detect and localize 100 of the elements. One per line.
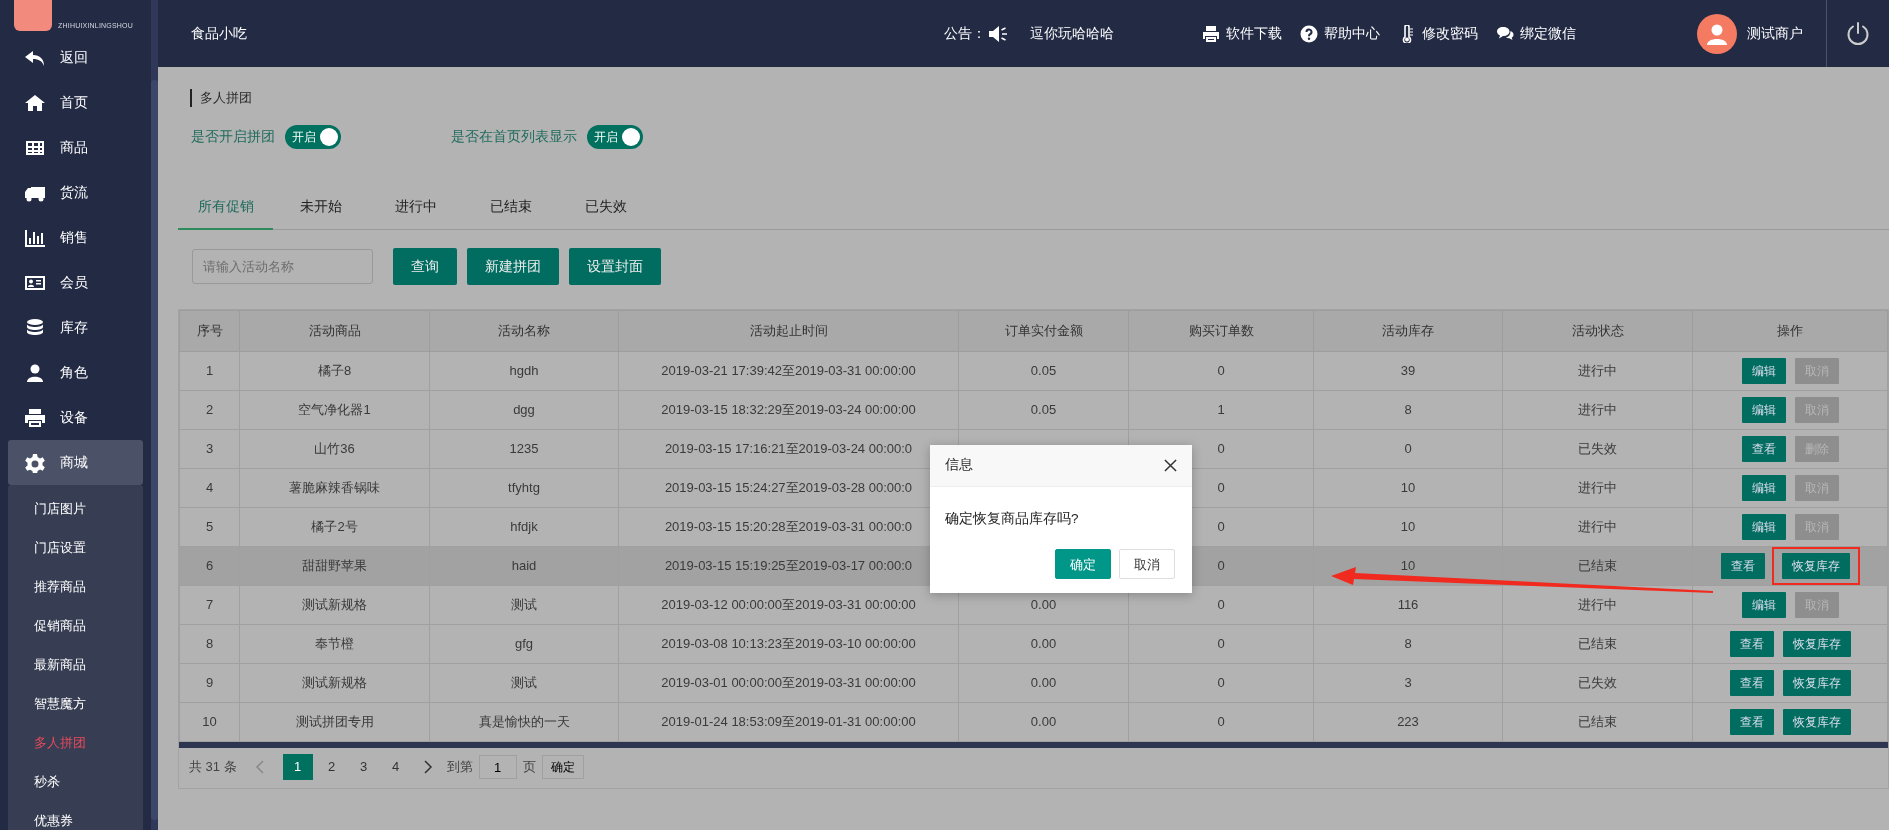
table-cell: 8	[1313, 624, 1503, 664]
table-cell: 已结束	[1502, 624, 1693, 664]
table-cell: 0.00	[958, 663, 1129, 703]
row-action-button[interactable]: 恢复库存	[1782, 670, 1851, 696]
row-action-button[interactable]: 恢复库存	[1782, 709, 1851, 735]
page-link[interactable]: 4	[382, 754, 409, 780]
chevron-right-icon	[422, 760, 433, 774]
table-cell: 真是愉快的一天	[429, 702, 619, 742]
sidebar-item[interactable]: 设备	[8, 395, 143, 440]
table-cell: 已失效	[1502, 429, 1693, 469]
row-action-button[interactable]: 查看	[1729, 631, 1774, 657]
horizontal-scrollbar[interactable]	[179, 742, 1888, 748]
row-action-button[interactable]: 恢复库存	[1782, 631, 1851, 657]
sidebar-item[interactable]: 商城	[8, 440, 143, 485]
submenu-item[interactable]: 优惠券	[8, 801, 143, 830]
submenu-item[interactable]: 智慧魔方	[8, 684, 143, 723]
toggle-switch[interactable]: 开启	[587, 125, 643, 149]
submenu-item[interactable]: 秒杀	[8, 762, 143, 801]
power-icon	[1845, 20, 1871, 47]
tab[interactable]: 已结束	[463, 186, 558, 230]
sidebar-item[interactable]: 返回	[8, 35, 143, 80]
action-button[interactable]: 设置封面	[569, 248, 661, 285]
notice-text: 逗你玩哈哈哈	[1030, 24, 1114, 43]
column-header: 活动名称	[429, 310, 619, 352]
column-header: 购买订单数	[1128, 310, 1314, 352]
table-cell: 0	[1128, 663, 1314, 703]
sidebar-item[interactable]: 库存	[8, 305, 143, 350]
table-cell: hfdjk	[429, 507, 619, 547]
row-action-button[interactable]: 查看	[1729, 709, 1774, 735]
table-cell: 进行中	[1502, 468, 1693, 508]
column-header: 活动商品	[239, 310, 430, 352]
table-cell: 0	[1313, 429, 1503, 469]
toggle-switch[interactable]: 开启	[285, 125, 341, 149]
scrollbar[interactable]	[151, 0, 158, 830]
column-header: 序号	[179, 310, 240, 352]
header-link[interactable]: 修改密码	[1422, 23, 1478, 44]
row-action-button[interactable]: 编辑	[1741, 514, 1786, 540]
sidebar-item[interactable]: 首页	[8, 80, 143, 125]
row-action-button[interactable]: 查看	[1729, 670, 1774, 696]
column-header: 活动库存	[1313, 310, 1503, 352]
search-field[interactable]: 请输入活动名称	[192, 249, 373, 284]
printer-icon	[24, 407, 46, 428]
user-name[interactable]: 测试商户	[1747, 23, 1803, 44]
table-cell: 进行中	[1502, 351, 1693, 391]
close-icon[interactable]	[1164, 459, 1177, 472]
table-cell: 2019-03-21 17:39:42至2019-03-31 00:00:00	[618, 351, 959, 391]
table-cell: 39	[1313, 351, 1503, 391]
header-link[interactable]: 帮助中心	[1324, 23, 1380, 44]
header-link[interactable]: 绑定微信	[1520, 23, 1576, 44]
dialog-button[interactable]: 取消	[1119, 549, 1175, 580]
row-action-button[interactable]: 编辑	[1741, 475, 1786, 501]
sidebar-item[interactable]: 销售	[8, 215, 143, 260]
submenu-item[interactable]: 最新商品	[8, 645, 143, 684]
table-cell: 橘子2号	[239, 507, 430, 547]
gear-icon	[24, 452, 46, 473]
table-cell: 223	[1313, 702, 1503, 742]
tab[interactable]: 进行中	[368, 186, 463, 230]
submenu-item[interactable]: 促销商品	[8, 606, 143, 645]
table-cell: 山竹36	[239, 429, 430, 469]
table-cell: dgg	[429, 390, 619, 430]
table-cell: 测试新规格	[239, 663, 430, 703]
dialog-button[interactable]: 确定	[1055, 549, 1111, 580]
sidebar-item[interactable]: 商品	[8, 125, 143, 170]
submenu-item[interactable]: 门店图片	[8, 489, 143, 528]
table-cell: 甜甜野苹果	[239, 546, 430, 586]
row-action-button[interactable]: 恢复库存	[1781, 553, 1850, 579]
submenu-item[interactable]: 推荐商品	[8, 567, 143, 606]
submenu-item[interactable]: 门店设置	[8, 528, 143, 567]
sidebar-item[interactable]: 会员	[8, 260, 143, 305]
goto-button[interactable]: 确定	[541, 755, 584, 779]
table-cell: 8	[179, 624, 240, 664]
page-input[interactable]: 1	[478, 755, 517, 779]
table-cell: 进行中	[1502, 507, 1693, 547]
row-action-button[interactable]: 编辑	[1741, 592, 1786, 618]
table-cell: 0	[1128, 702, 1314, 742]
bar-chart-icon	[24, 227, 46, 248]
page-link[interactable]: 2	[318, 754, 345, 780]
action-button[interactable]: 查询	[393, 248, 457, 285]
table-cell: 2019-03-15 18:32:29至2019-03-24 00:00:00	[618, 390, 959, 430]
sidebar-item[interactable]: 角色	[8, 350, 143, 395]
row-action-button[interactable]: 编辑	[1741, 397, 1786, 423]
table-cell: 3	[1313, 663, 1503, 703]
table-cell: 1235	[429, 429, 619, 469]
row-action-button[interactable]: 查看	[1720, 553, 1765, 579]
table-cell: 116	[1313, 585, 1503, 625]
page-link[interactable]: 1	[282, 754, 313, 780]
row-action-button[interactable]: 编辑	[1741, 358, 1786, 384]
table-cell: 10	[179, 702, 240, 742]
row-action-button[interactable]: 查看	[1741, 436, 1786, 462]
table-cell: 0	[1128, 624, 1314, 664]
tab[interactable]: 未开始	[273, 186, 368, 230]
page-link[interactable]: 3	[350, 754, 377, 780]
table-cell: 测试	[429, 585, 619, 625]
avatar-icon[interactable]	[1697, 13, 1737, 54]
action-button[interactable]: 新建拼团	[467, 248, 559, 285]
table-cell: 2	[179, 390, 240, 430]
tab[interactable]: 已失效	[558, 186, 653, 230]
header-link[interactable]: 软件下载	[1226, 23, 1282, 44]
table-cell: 进行中	[1502, 585, 1693, 625]
sidebar-item[interactable]: 货流	[8, 170, 143, 215]
